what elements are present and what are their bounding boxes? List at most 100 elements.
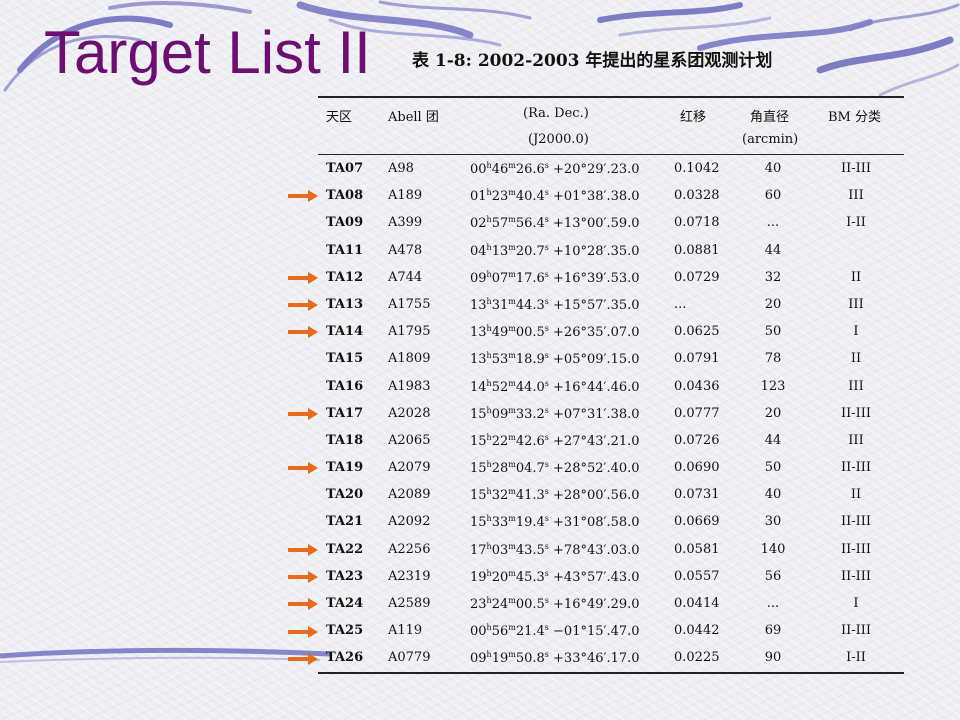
arrow-marker-icon	[288, 190, 318, 203]
table-row: TA11 A478 04h13m20.7s +10°28′.35.0 0.0881 44	[318, 237, 904, 264]
table-row: TA22 A2256 17h03m43.5s +78°43′.03.0 0.0581 1…	[318, 536, 904, 563]
cell-redshift: 0.0625	[674, 324, 720, 340]
header-angular-diameter: 角直径	[750, 110, 790, 125]
table-caption: 表 1-8: 2002-2003 年提出的星系团观测计划	[412, 51, 773, 71]
cell-redshift: 0.0726	[674, 432, 720, 448]
cell-abell: A98	[388, 161, 414, 176]
cell-angular-diameter: 30	[764, 514, 782, 530]
cell-radec: 23h24m00.5s +16°49′.29.0	[470, 596, 640, 612]
cell-abell: A1983	[388, 378, 431, 394]
header-bm-class: BM 分类	[828, 110, 881, 125]
header-angular-unit: (arcmin)	[742, 132, 799, 147]
table-row: TA23 A2319 19h20m45.3s +43°57′.43.0 0.0557 5…	[318, 563, 904, 590]
cell-redshift: ...	[674, 296, 687, 312]
cell-redshift: 0.0557	[674, 568, 720, 584]
cell-abell: A2079	[388, 460, 431, 476]
cell-region: TA07	[326, 161, 364, 176]
cell-redshift: 0.0731	[674, 487, 720, 503]
cell-radec: 19h20m45.3s +43°57′.43.0	[470, 568, 640, 585]
table-row: TA14 A1795 13h49m00.5s +26°35′.07.0 0.0625 5…	[318, 318, 904, 345]
table-row: TA24 A2589 23h24m00.5s +16°49′.29.0 0.0414.…	[318, 590, 904, 617]
cell-bm-class: III	[848, 296, 864, 312]
cell-bm-class: II	[850, 487, 862, 503]
table-row: TA26 A0779 09h19m50.8s +33°46′.17.0 0.0225 9…	[318, 644, 904, 671]
cell-abell: A119	[388, 623, 423, 639]
table-row: TA12 A744 09h07m17.6s +16°39′.53.0 0.0729 32…	[318, 264, 904, 291]
arrow-marker-icon	[288, 652, 318, 665]
cell-redshift: 0.0881	[674, 242, 720, 258]
cell-region: TA21	[326, 514, 364, 530]
table-row: TA20 A2089 15h32m41.3s +28°00′.56.0 0.0731 4…	[318, 481, 904, 508]
cell-bm-class: III	[848, 432, 864, 448]
cell-redshift: 0.0791	[674, 351, 720, 367]
cell-abell: A2092	[388, 514, 431, 530]
header-epoch: (J2000.0)	[528, 132, 589, 147]
cell-region: TA11	[326, 242, 364, 258]
cell-bm-class: I-II	[846, 215, 866, 231]
arrow-marker-icon	[288, 326, 318, 339]
table-row: TA17 A2028 15h09m33.2s +07°31′.38.0 0.0777 2…	[318, 400, 904, 427]
cell-region: TA22	[326, 541, 364, 557]
table-row: TA16 A1983 14h52m44.0s +16°44′.46.0 0.0436 1…	[318, 373, 904, 400]
cell-angular-diameter: ...	[766, 215, 780, 231]
cell-angular-diameter: 140	[760, 541, 786, 557]
cell-angular-diameter: 90	[764, 650, 782, 666]
cell-bm-class: II	[850, 269, 862, 285]
cell-angular-diameter: 69	[764, 623, 782, 639]
cell-redshift: 0.0414	[674, 596, 720, 611]
cell-radec: 13h31m44.3s +15°57′.35.0	[470, 296, 640, 313]
cell-abell: A399	[388, 215, 423, 231]
cell-redshift: 0.0442	[674, 623, 720, 639]
cell-bm-class: I	[853, 596, 859, 611]
cell-abell: A0779	[388, 650, 431, 666]
table-row: TA15 A1809 13h53m18.9s +05°09′.15.0 0.0791 7…	[318, 345, 904, 372]
cell-angular-diameter: ...	[766, 596, 780, 611]
cell-region: TA18	[326, 432, 364, 448]
cell-angular-diameter: 123	[760, 378, 786, 394]
cell-region: TA09	[326, 215, 364, 231]
cell-bm-class: I-II	[846, 650, 866, 666]
cell-region: TA23	[326, 568, 364, 584]
cell-abell: A2319	[388, 568, 431, 584]
cell-radec: 17h03m43.5s +78°43′.03.0	[470, 541, 640, 558]
table-row: TA25 A119 00h56m21.4s −01°15′.47.0 0.0442 69…	[318, 617, 904, 644]
cell-abell: A2065	[388, 432, 431, 448]
cell-abell: A189	[388, 188, 423, 204]
cell-abell: A2089	[388, 487, 431, 503]
arrow-marker-icon	[288, 598, 318, 611]
cell-region: TA15	[326, 351, 364, 367]
cell-angular-diameter: 32	[764, 269, 782, 285]
cell-radec: 02h57m56.4s +13°00′.59.0	[470, 215, 640, 232]
arrow-marker-icon	[288, 299, 318, 312]
cell-radec: 13h53m18.9s +05°09′.15.0	[470, 351, 640, 368]
cell-region: TA12	[326, 269, 364, 285]
arrow-marker-icon	[288, 625, 318, 638]
cell-bm-class: III	[848, 188, 864, 204]
cell-bm-class: II-III	[840, 460, 872, 476]
cell-region: TA16	[326, 378, 364, 394]
table-bottom-rule	[318, 671, 904, 674]
cell-radec: 14h52m44.0s +16°44′.46.0	[470, 378, 640, 395]
cell-radec: 00h56m21.4s −01°15′.47.0	[470, 623, 640, 640]
table-body: TA07 A98 00h46m26.6s +20°29′.23.0 0.1042 40 I…	[318, 155, 904, 672]
cell-angular-diameter: 20	[764, 405, 782, 421]
cell-redshift: 0.0690	[674, 460, 720, 476]
cell-radec: 15h32m41.3s +28°00′.56.0	[470, 487, 640, 504]
cell-bm-class: II-III	[840, 405, 872, 421]
cell-abell: A2589	[388, 596, 431, 611]
table-header: 天区 Abell 团 (Ra. Dec.) (J2000.0) 红移 角直径 (…	[318, 98, 904, 154]
cell-radec: 15h33m19.4s +31°08′.58.0	[470, 514, 640, 531]
cell-redshift: 0.1042	[674, 161, 720, 176]
cell-bm-class: II-III	[840, 568, 872, 584]
cell-radec: 01h23m40.4s +01°38′.38.0	[470, 188, 640, 205]
arrow-marker-icon	[288, 571, 318, 584]
cell-redshift: 0.0777	[674, 405, 720, 421]
table-row: TA07 A98 00h46m26.6s +20°29′.23.0 0.1042 40 I…	[318, 155, 904, 182]
table-row: TA13 A1755 13h31m44.3s +15°57′.35.0... 20 II…	[318, 291, 904, 318]
cell-region: TA19	[326, 460, 364, 476]
table-row: TA09 A399 02h57m56.4s +13°00′.59.0 0.0718..…	[318, 209, 904, 236]
cell-region: TA17	[326, 405, 364, 421]
cell-abell: A1755	[388, 296, 431, 312]
cell-bm-class: II-III	[840, 623, 872, 639]
cell-redshift: 0.0436	[674, 378, 720, 394]
